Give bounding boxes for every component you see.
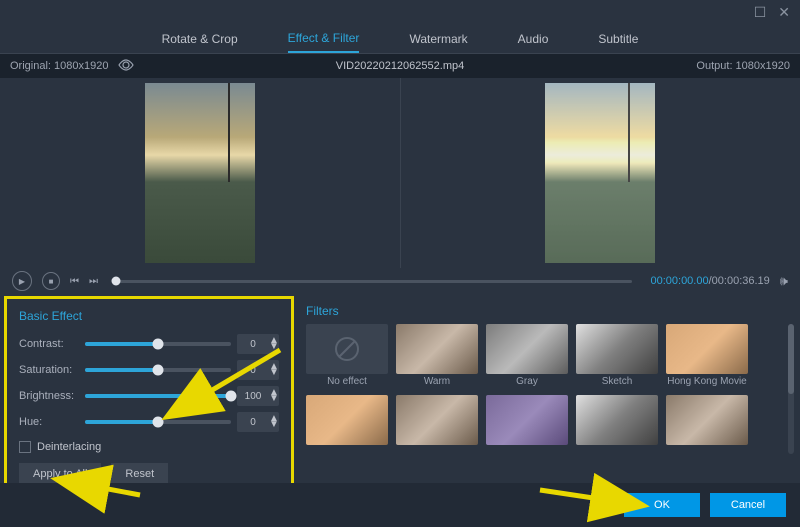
tab-rotate-crop[interactable]: Rotate & Crop bbox=[162, 26, 238, 52]
filter-item[interactable] bbox=[306, 395, 388, 447]
stop-button[interactable]: ■ bbox=[42, 272, 60, 290]
filter-sketch[interactable]: Sketch bbox=[576, 324, 658, 387]
filter-label: No effect bbox=[327, 376, 367, 387]
filter-item[interactable] bbox=[396, 395, 478, 447]
filter-no-effect[interactable]: No effect bbox=[306, 324, 388, 387]
filter-label: Warm bbox=[424, 376, 450, 387]
maximize-button[interactable]: ☐ bbox=[754, 4, 767, 21]
tab-effect-filter[interactable]: Effect & Filter bbox=[288, 25, 360, 53]
contrast-spinner[interactable]: 0▲▼ bbox=[237, 334, 279, 354]
filter-item[interactable] bbox=[666, 395, 748, 447]
filters-title: Filters bbox=[306, 304, 788, 318]
filter-warm[interactable]: Warm bbox=[396, 324, 478, 387]
basic-effect-title: Basic Effect bbox=[19, 309, 279, 323]
time-display: 00:00:00.00/00:00:36.19 bbox=[650, 275, 769, 287]
preview-area bbox=[0, 78, 800, 268]
deinterlacing-label: Deinterlacing bbox=[37, 441, 101, 453]
preview-output bbox=[401, 78, 800, 268]
basic-effect-panel: Basic Effect Contrast: 0▲▼ Saturation: 0… bbox=[4, 296, 294, 497]
tab-watermark[interactable]: Watermark bbox=[409, 26, 467, 52]
close-button[interactable]: ✕ bbox=[778, 4, 790, 21]
preview-toggle-icon[interactable] bbox=[118, 59, 134, 74]
playback-controls: ▶ ■ ⏮ ⏭ 00:00:00.00/00:00:36.19 🕪 bbox=[0, 268, 800, 294]
no-effect-icon bbox=[306, 324, 388, 374]
brightness-label: Brightness: bbox=[19, 390, 79, 402]
filter-label: Gray bbox=[516, 376, 538, 387]
output-resolution: Output: 1080x1920 bbox=[696, 60, 790, 72]
reset-button[interactable]: Reset bbox=[111, 463, 168, 485]
progress-thumb[interactable] bbox=[112, 277, 121, 286]
filter-item[interactable] bbox=[486, 395, 568, 447]
prev-frame-button[interactable]: ⏮ bbox=[70, 276, 79, 287]
preview-original bbox=[0, 78, 401, 268]
footer: OK Cancel bbox=[0, 483, 800, 527]
saturation-slider[interactable] bbox=[85, 368, 231, 372]
brightness-row: Brightness: 100▲▼ bbox=[19, 383, 279, 409]
brightness-spinner[interactable]: 100▲▼ bbox=[237, 386, 279, 406]
hue-label: Hue: bbox=[19, 416, 79, 428]
saturation-label: Saturation: bbox=[19, 364, 79, 376]
saturation-spinner[interactable]: 0▲▼ bbox=[237, 360, 279, 380]
filter-label: Hong Kong Movie bbox=[667, 376, 747, 387]
next-frame-button[interactable]: ⏭ bbox=[89, 276, 98, 287]
scrollbar-thumb[interactable] bbox=[788, 324, 794, 394]
cancel-button[interactable]: Cancel bbox=[710, 493, 786, 517]
titlebar: ☐ ✕ bbox=[0, 0, 800, 24]
filters-panel: Filters No effect Warm Gray Sketch Hong … bbox=[294, 294, 800, 499]
deinterlacing-checkbox[interactable] bbox=[19, 441, 31, 453]
filename: VID20220212062552.mp4 bbox=[336, 60, 464, 72]
main-tabs: Rotate & Crop Effect & Filter Watermark … bbox=[0, 24, 800, 54]
filter-label: Sketch bbox=[602, 376, 633, 387]
filter-hk-movie[interactable]: Hong Kong Movie bbox=[666, 324, 748, 387]
duration-time: 00:00:36.19 bbox=[712, 275, 770, 287]
filter-item[interactable] bbox=[576, 395, 658, 447]
hue-spinner[interactable]: 0▲▼ bbox=[237, 412, 279, 432]
progress-bar[interactable] bbox=[116, 280, 632, 283]
apply-to-all-button[interactable]: Apply to All bbox=[19, 463, 101, 485]
contrast-slider[interactable] bbox=[85, 342, 231, 346]
original-video-thumb bbox=[145, 83, 255, 263]
ok-button[interactable]: OK bbox=[624, 493, 700, 517]
original-resolution: Original: 1080x1920 bbox=[10, 60, 108, 72]
filter-gray[interactable]: Gray bbox=[486, 324, 568, 387]
deinterlacing-row: Deinterlacing bbox=[19, 441, 279, 453]
contrast-label: Contrast: bbox=[19, 338, 79, 350]
tab-subtitle[interactable]: Subtitle bbox=[598, 26, 638, 52]
brightness-slider[interactable] bbox=[85, 394, 231, 398]
tab-audio[interactable]: Audio bbox=[518, 26, 549, 52]
volume-icon[interactable]: 🕪 bbox=[780, 273, 788, 289]
hue-slider[interactable] bbox=[85, 420, 231, 424]
filters-scrollbar[interactable] bbox=[788, 324, 794, 454]
output-video-thumb bbox=[545, 83, 655, 263]
contrast-row: Contrast: 0▲▼ bbox=[19, 331, 279, 357]
lower-panels: Basic Effect Contrast: 0▲▼ Saturation: 0… bbox=[0, 294, 800, 499]
current-time: 00:00:00.00 bbox=[650, 275, 708, 287]
saturation-row: Saturation: 0▲▼ bbox=[19, 357, 279, 383]
filebar: Original: 1080x1920 VID20220212062552.mp… bbox=[0, 54, 800, 78]
hue-row: Hue: 0▲▼ bbox=[19, 409, 279, 435]
play-button[interactable]: ▶ bbox=[12, 271, 32, 291]
